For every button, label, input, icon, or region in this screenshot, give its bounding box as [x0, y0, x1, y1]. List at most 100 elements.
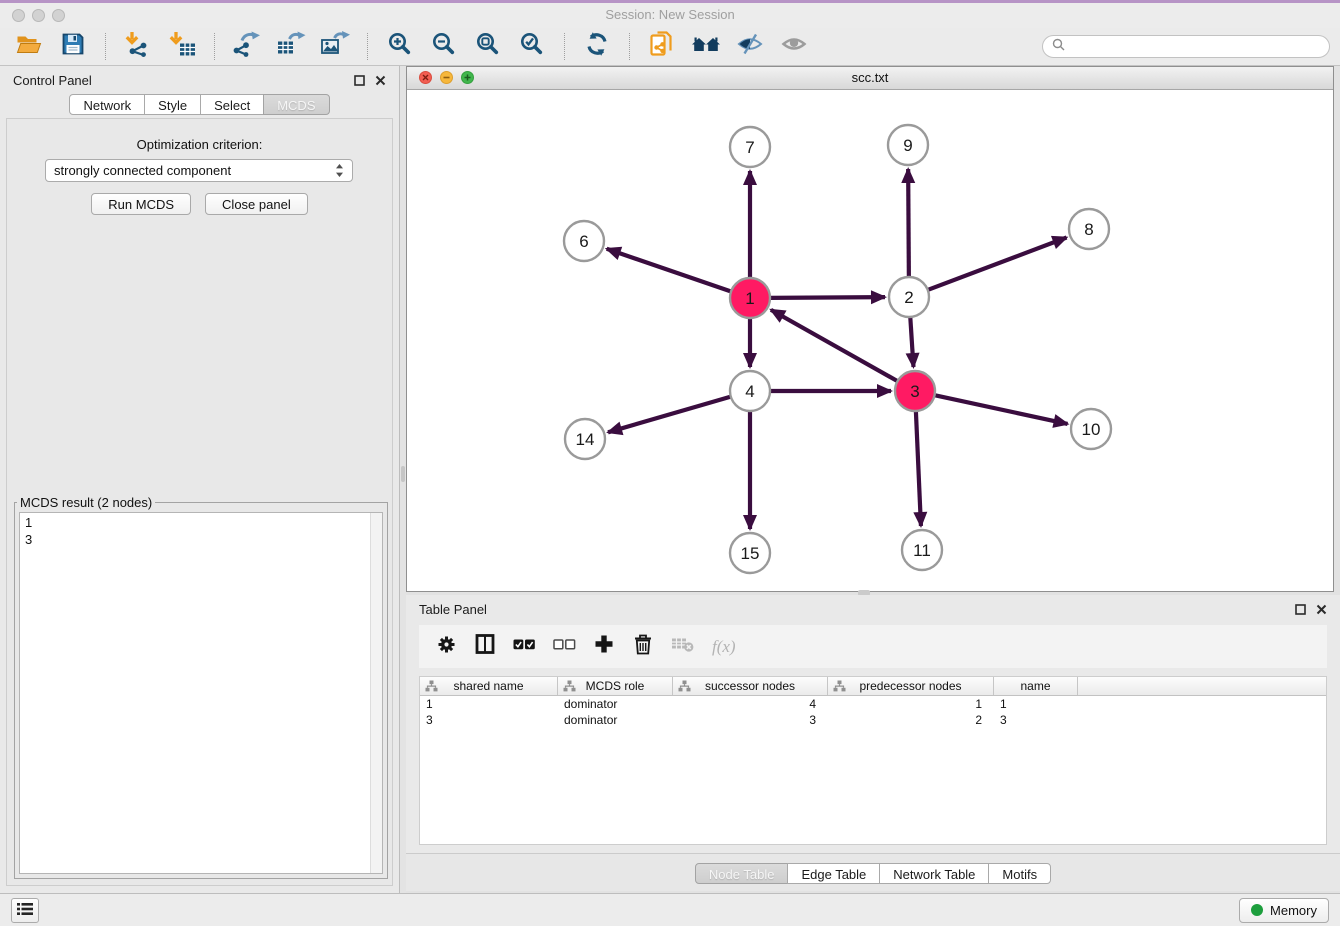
search-box[interactable]	[1042, 35, 1330, 58]
edge-3-11[interactable]	[916, 411, 921, 526]
table-cell: 4	[673, 697, 828, 711]
import-table-icon	[167, 31, 197, 62]
node-label-15: 15	[741, 544, 760, 563]
deselect-all-button[interactable]	[553, 638, 576, 656]
hide-graphics-details-button[interactable]	[731, 31, 769, 63]
table-cell: 3	[994, 713, 1078, 727]
table-tabs: Node TableEdge TableNetwork TableMotifs	[695, 863, 1051, 884]
edge-4-14[interactable]	[608, 397, 731, 433]
mcds-panel: Optimization criterion: strongly connect…	[6, 118, 393, 886]
control-panel-tabs: NetworkStyleSelectMCDS	[0, 94, 399, 115]
control-tab-mcds[interactable]: MCDS	[263, 94, 329, 115]
table-row[interactable]: 1dominator411	[420, 696, 1326, 712]
control-panel: Control Panel NetworkStyleSelectMCDS Opt…	[0, 66, 400, 893]
edge-2-9[interactable]	[908, 169, 909, 277]
criterion-dropdown[interactable]: strongly connected component	[45, 159, 353, 182]
save-session-button[interactable]	[54, 31, 92, 63]
export-image-icon	[320, 31, 350, 62]
first-neighbors-icon	[691, 32, 721, 61]
zoom-selected-button[interactable]	[513, 31, 551, 63]
close-app-button[interactable]	[12, 9, 25, 22]
memory-label: Memory	[1270, 903, 1317, 918]
zoom-fit-icon	[475, 31, 501, 62]
export-table-icon	[276, 31, 306, 62]
node-label-10: 10	[1082, 420, 1101, 439]
zoom-fit-button[interactable]	[469, 31, 507, 63]
close-mcds-panel-button[interactable]: Close panel	[205, 193, 308, 215]
table-row[interactable]: 3dominator323	[420, 712, 1326, 728]
close-control-panel-button[interactable]	[375, 75, 386, 86]
network-window-titlebar[interactable]: scc.txt	[407, 67, 1333, 90]
table-tab-edge-table[interactable]: Edge Table	[787, 863, 880, 884]
float-table-panel-button[interactable]	[1295, 604, 1306, 615]
open-session-button[interactable]	[10, 31, 48, 63]
duplicate-network-button[interactable]	[643, 31, 681, 63]
minimize-app-button[interactable]	[32, 9, 45, 22]
edge-2-8[interactable]	[928, 237, 1067, 289]
import-network-icon	[123, 31, 153, 62]
table-tab-node-table[interactable]: Node Table	[695, 863, 789, 884]
table-cell: 1	[828, 697, 994, 711]
mcds-result-textarea[interactable]: 13	[19, 512, 383, 874]
edge-1-6[interactable]	[607, 249, 731, 292]
add-button[interactable]	[593, 634, 615, 659]
control-tab-select[interactable]: Select	[200, 94, 264, 115]
column-header-predecessor-nodes[interactable]: predecessor nodes	[828, 677, 994, 695]
control-tab-style[interactable]: Style	[144, 94, 201, 115]
float-control-panel-button[interactable]	[354, 75, 365, 86]
delete-button[interactable]	[632, 634, 654, 660]
node-label-9: 9	[903, 136, 912, 155]
zoom-in-icon	[387, 31, 413, 62]
edge-3-10[interactable]	[935, 395, 1068, 424]
zoom-app-button[interactable]	[52, 9, 65, 22]
table-options-button[interactable]	[435, 635, 457, 659]
table-cell: 3	[420, 713, 558, 727]
result-line: 1	[25, 514, 377, 531]
toolbar-separator	[367, 33, 368, 60]
close-table-panel-button[interactable]	[1316, 604, 1327, 615]
table-tab-motifs[interactable]: Motifs	[988, 863, 1051, 884]
refresh-layout-icon	[584, 31, 610, 62]
import-table-button[interactable]	[163, 31, 201, 63]
network-window-title: scc.txt	[407, 67, 1333, 88]
import-network-button[interactable]	[119, 31, 157, 63]
control-tab-network[interactable]: Network	[69, 94, 145, 115]
network-graph[interactable]: 7968124314101511	[407, 89, 1333, 592]
export-network-icon	[232, 31, 262, 62]
run-mcds-button[interactable]: Run MCDS	[91, 193, 191, 215]
export-table-button[interactable]	[272, 31, 310, 63]
show-columns-button[interactable]	[474, 634, 496, 659]
vertical-splitter-handle[interactable]	[401, 466, 405, 482]
column-label: shared name	[453, 679, 523, 693]
column-header-shared-name[interactable]: shared name	[420, 677, 558, 695]
zoom-out-button[interactable]	[425, 31, 463, 63]
list-icon	[17, 902, 33, 919]
minimize-network-window-button[interactable]	[440, 71, 453, 84]
column-header-name[interactable]: name	[994, 677, 1078, 695]
table-tab-network-table[interactable]: Network Table	[879, 863, 989, 884]
column-label: MCDS role	[586, 679, 645, 693]
close-network-window-button[interactable]	[419, 71, 432, 84]
edge-2-3[interactable]	[910, 317, 913, 367]
edge-3-1[interactable]	[771, 310, 898, 381]
zoom-in-button[interactable]	[381, 31, 419, 63]
toolbar-separator	[214, 33, 215, 60]
zoom-network-window-button[interactable]	[461, 71, 474, 84]
edge-1-2[interactable]	[770, 297, 885, 298]
select-all-button[interactable]	[513, 638, 536, 656]
first-neighbors-button[interactable]	[687, 31, 725, 63]
apply-layout-button[interactable]	[578, 31, 616, 63]
column-header-mcds-role[interactable]: MCDS role	[558, 677, 673, 695]
memory-button[interactable]: Memory	[1239, 898, 1329, 923]
tree-icon	[678, 680, 691, 692]
table-cell: 2	[828, 713, 994, 727]
open-folder-icon	[16, 33, 42, 60]
result-scrollbar[interactable]	[370, 513, 382, 873]
export-image-button[interactable]	[316, 31, 354, 63]
export-network-button[interactable]	[228, 31, 266, 63]
duplicate-network-icon	[649, 31, 675, 62]
search-input[interactable]	[1071, 39, 1320, 55]
show-panels-button[interactable]	[11, 898, 39, 923]
column-header-successor-nodes[interactable]: successor nodes	[673, 677, 828, 695]
select-all-icon	[513, 638, 536, 656]
